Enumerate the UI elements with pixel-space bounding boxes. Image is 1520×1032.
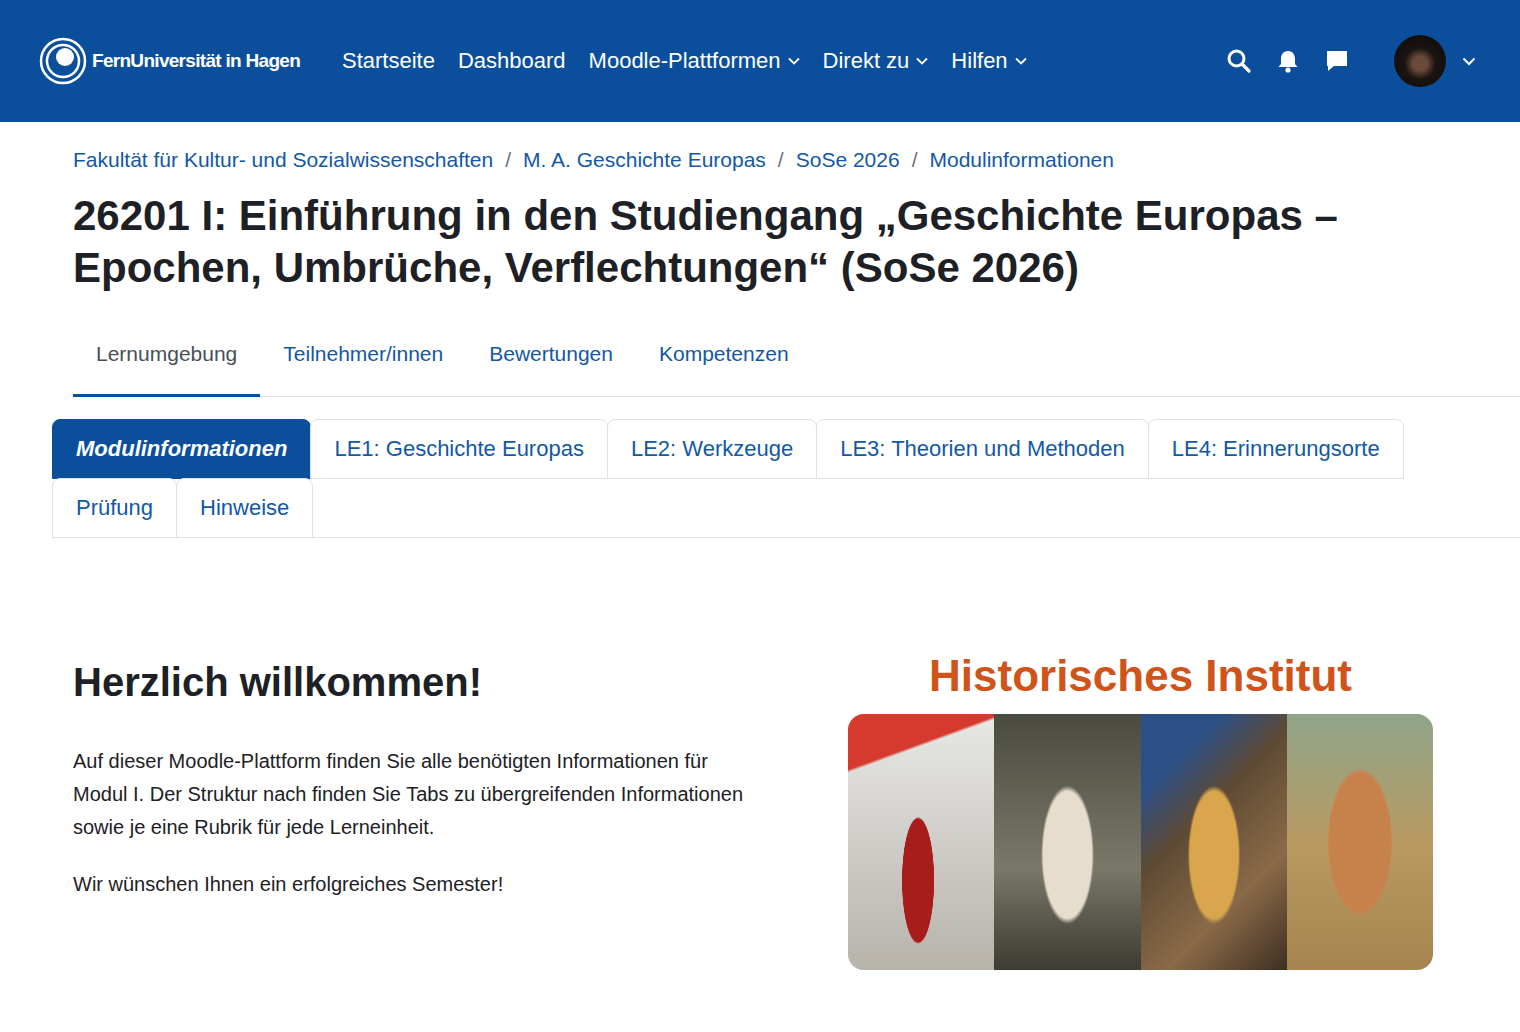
breadcrumb-item[interactable]: Modulinformationen bbox=[929, 148, 1113, 172]
fernuni-logo-icon bbox=[38, 36, 88, 86]
secondary-tab[interactable]: Kompetenzen bbox=[636, 316, 812, 397]
nav-item[interactable]: Dashboard bbox=[458, 48, 566, 74]
welcome-heading: Herzlich willkommen! bbox=[73, 660, 768, 705]
course-tab[interactable]: Modulinformationen bbox=[52, 419, 311, 479]
banner-photo-panel bbox=[848, 714, 994, 970]
breadcrumb-separator: / bbox=[778, 148, 784, 172]
chevron-down-icon bbox=[1015, 57, 1027, 65]
page-title: 26201 I: Einführung in den Studiengang „… bbox=[73, 190, 1480, 294]
course-tab[interactable]: Hinweise bbox=[176, 478, 313, 538]
breadcrumb-separator: / bbox=[505, 148, 511, 172]
welcome-section: Herzlich willkommen! Auf dieser Moodle-Pl… bbox=[73, 650, 768, 970]
bell-icon[interactable] bbox=[1276, 48, 1300, 74]
institute-section: Historisches Institut bbox=[848, 650, 1433, 970]
main-nav: Startseite Dashboard Moodle-Plattformen Dir… bbox=[342, 48, 1027, 74]
page: FernUniversität in Hagen Startseite Dashbo… bbox=[0, 0, 1520, 1032]
search-icon[interactable] bbox=[1226, 48, 1252, 74]
breadcrumb: Fakultät für Kultur- und Sozialwissensch… bbox=[73, 148, 1480, 172]
banner-photo-panel bbox=[1141, 714, 1287, 970]
nav-item[interactable]: Startseite bbox=[342, 48, 435, 74]
user-menu-chevron-icon[interactable] bbox=[1462, 57, 1476, 66]
breadcrumb-item[interactable]: Fakultät für Kultur- und Sozialwissensch… bbox=[73, 148, 493, 172]
nav-item[interactable]: Moodle-Plattformen bbox=[589, 48, 800, 74]
chevron-down-icon bbox=[788, 57, 800, 65]
navbar: FernUniversität in Hagen Startseite Dashbo… bbox=[0, 0, 1520, 122]
nav-item[interactable]: Hilfen bbox=[951, 48, 1026, 74]
page-header: Fakultät für Kultur- und Sozialwissensch… bbox=[0, 122, 1520, 294]
institute-banner-image bbox=[848, 714, 1433, 970]
welcome-paragraph: Wir wünschen Ihnen ein erfolgreiches Sem… bbox=[73, 868, 753, 901]
banner-photo-panel bbox=[994, 714, 1140, 970]
content: Herzlich willkommen! Auf dieser Moodle-Pl… bbox=[0, 538, 1520, 1010]
secondary-nav: LernumgebungTeilnehmer/innenBewertungenK… bbox=[73, 316, 1520, 397]
secondary-tab[interactable]: Teilnehmer/innen bbox=[260, 316, 466, 397]
course-tabs: ModulinformationenLE1: Geschichte Europa… bbox=[52, 419, 1520, 538]
chat-icon[interactable] bbox=[1324, 48, 1350, 74]
breadcrumb-item[interactable]: SoSe 2026 bbox=[796, 148, 900, 172]
course-tab[interactable]: LE2: Werkzeuge bbox=[607, 419, 817, 479]
breadcrumb-separator: / bbox=[912, 148, 918, 172]
nav-actions bbox=[1226, 35, 1476, 87]
institute-title: Historisches Institut bbox=[929, 650, 1352, 702]
course-tab[interactable]: LE3: Theorien und Methoden bbox=[816, 419, 1149, 479]
secondary-tab[interactable]: Lernumgebung bbox=[73, 316, 260, 397]
secondary-tab[interactable]: Bewertungen bbox=[466, 316, 636, 397]
banner-photo-panel bbox=[1287, 714, 1433, 970]
breadcrumb-item[interactable]: M. A. Geschichte Europas bbox=[523, 148, 766, 172]
brand-name: FernUniversität in Hagen bbox=[92, 50, 300, 72]
course-tab[interactable]: LE1: Geschichte Europas bbox=[310, 419, 607, 479]
user-avatar[interactable] bbox=[1394, 35, 1446, 87]
welcome-paragraph: Auf dieser Moodle-Plattform finden Sie a… bbox=[73, 745, 753, 844]
nav-item[interactable]: Direkt zu bbox=[823, 48, 929, 74]
course-tab[interactable]: LE4: Erinnerungsorte bbox=[1148, 419, 1404, 479]
chevron-down-icon bbox=[916, 57, 928, 65]
brand-logo[interactable]: FernUniversität in Hagen bbox=[38, 36, 320, 86]
course-tab[interactable]: Prüfung bbox=[52, 478, 177, 538]
